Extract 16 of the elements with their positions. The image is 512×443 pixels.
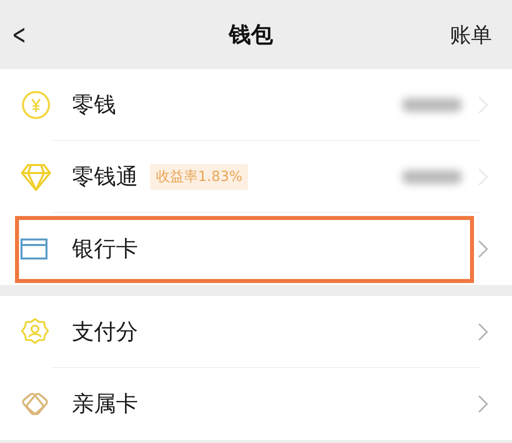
chevron-icon (478, 323, 488, 341)
yield-badge: 收益率1.83% (150, 164, 248, 190)
menu-item[interactable]: 零钱通 收益率1.83% (0, 141, 512, 213)
chevron-icon (478, 395, 488, 413)
page-title: 钱包 (229, 22, 273, 50)
bills-link[interactable]: 账单 (450, 20, 492, 48)
menu-item[interactable]: 亲属卡 (0, 368, 512, 440)
diamond-icon (20, 162, 52, 192)
menu-item[interactable]: 银行卡 (0, 213, 512, 285)
yen-coin-icon (20, 89, 52, 121)
menu-item[interactable]: 零钱 (0, 69, 512, 141)
chevron-icon (478, 240, 488, 258)
menu-item[interactable]: 支付分 (0, 296, 512, 368)
back-button[interactable]: < (12, 18, 36, 51)
card-icon (20, 238, 48, 260)
badge-person-icon (20, 317, 50, 347)
